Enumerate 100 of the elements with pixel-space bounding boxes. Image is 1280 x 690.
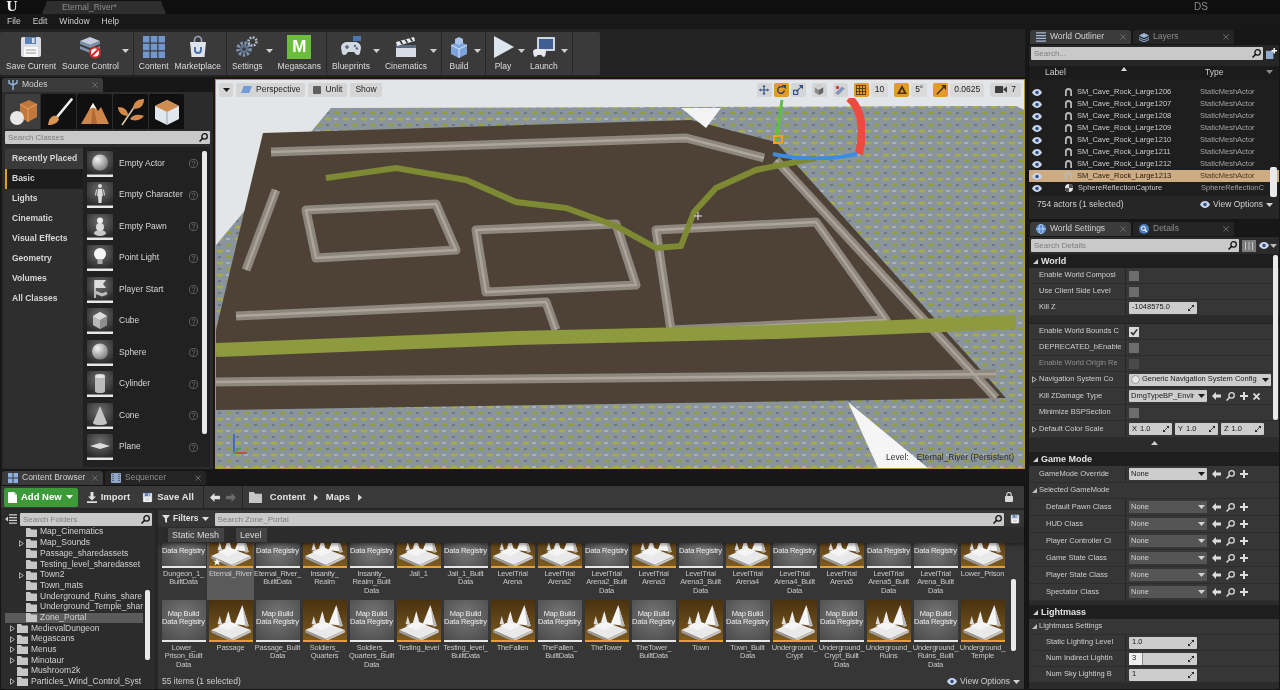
- mode-tab[interactable]: [5, 94, 40, 129]
- category-tab[interactable]: Lights: [5, 189, 83, 209]
- toolbar-button[interactable]: Launch: [526, 32, 561, 75]
- eye-icon[interactable]: [1032, 172, 1042, 180]
- checkbox[interactable]: [1129, 270, 1139, 281]
- filter-chip[interactable]: Static Mesh: [162, 528, 225, 542]
- toolbar-button[interactable]: Blueprints: [329, 32, 373, 75]
- toolbar-button[interactable]: Save Current: [3, 32, 60, 75]
- panel-tab[interactable]: Sequencer: [105, 471, 206, 485]
- import-button[interactable]: Import: [83, 487, 134, 507]
- placeable-item[interactable]: Cube: [87, 305, 210, 337]
- search-field[interactable]: Search Details: [1031, 239, 1239, 252]
- caret-icon[interactable]: [1270, 243, 1277, 248]
- category-tab[interactable]: Recently Placed: [5, 149, 83, 169]
- category-tab[interactable]: Cinematic: [5, 209, 83, 229]
- caret-icon[interactable]: [429, 48, 437, 53]
- toolbar-button[interactable]: M Megascans: [274, 32, 325, 75]
- help-icon[interactable]: [189, 379, 198, 389]
- caret-right-icon[interactable]: [10, 646, 15, 654]
- add-new-button[interactable]: Add New: [4, 487, 78, 507]
- scrollbar-thumb[interactable]: [202, 151, 207, 434]
- menu-item[interactable]: Help: [95, 14, 126, 29]
- help-icon[interactable]: [189, 348, 198, 358]
- folder-item[interactable]: Passage_sharedassets: [5, 548, 143, 560]
- search-field[interactable]: Search Classes: [5, 131, 210, 144]
- toolbar-button[interactable]: Content: [135, 32, 172, 75]
- help-icon[interactable]: [189, 253, 198, 263]
- mode-tab[interactable]: [113, 94, 148, 129]
- search-field[interactable]: Search Folders: [20, 512, 152, 526]
- caret-down-icon[interactable]: [1031, 488, 1037, 493]
- columns-icon[interactable]: [1242, 239, 1256, 252]
- eye-icon[interactable]: [1032, 160, 1042, 168]
- folder-item[interactable]: Map_Cinematics: [5, 527, 143, 538]
- panel-tab[interactable]: Details: [1133, 222, 1234, 236]
- caret-right-icon[interactable]: [1031, 376, 1037, 383]
- help-icon[interactable]: [189, 190, 198, 200]
- scrollbar-thumb[interactable]: [1011, 579, 1016, 651]
- caret-icon[interactable]: [265, 48, 273, 53]
- path-segment[interactable]: Content: [267, 491, 308, 503]
- panel-tab[interactable]: Modes: [2, 78, 103, 92]
- caret-icon[interactable]: [560, 48, 568, 53]
- placeable-item[interactable]: Sphere: [87, 337, 210, 369]
- folder-item[interactable]: Particles_Wind_Control_Syst: [5, 676, 143, 688]
- checkbox[interactable]: [1129, 407, 1139, 418]
- document-tab[interactable]: Eternal_River*: [42, 1, 166, 14]
- checkbox[interactable]: [1129, 326, 1139, 337]
- scrollbar-thumb[interactable]: [145, 590, 150, 660]
- folder-item[interactable]: Megascans: [5, 633, 143, 645]
- search-field[interactable]: Search Zone_Portal: [214, 512, 1004, 526]
- placeable-item[interactable]: Empty Actor: [87, 148, 210, 180]
- placeable-item[interactable]: Player Start: [87, 274, 210, 306]
- category-tab[interactable]: All Classes: [5, 289, 83, 309]
- eye-icon[interactable]: [1032, 184, 1042, 192]
- mode-tab[interactable]: [149, 94, 184, 129]
- caret-right-icon[interactable]: [10, 657, 15, 665]
- toolbar-button[interactable]: Build: [443, 32, 474, 75]
- menu-item[interactable]: Window: [53, 14, 96, 29]
- add-page-icon[interactable]: [1266, 48, 1277, 59]
- toolbar-button[interactable]: Play: [487, 32, 518, 75]
- folder-item[interactable]: Mushroom2k: [5, 665, 143, 677]
- placeable-item[interactable]: Cylinder: [87, 368, 210, 400]
- placeable-item[interactable]: Point Light: [87, 242, 210, 274]
- checkbox[interactable]: [1129, 342, 1139, 353]
- placeable-item[interactable]: Empty Pawn: [87, 211, 210, 243]
- folder-item[interactable]: Zone_Portal: [5, 612, 143, 624]
- toolbar-button[interactable]: Marketplace: [171, 32, 224, 75]
- caret-icon[interactable]: [372, 48, 380, 53]
- menu-item[interactable]: Edit: [26, 14, 54, 29]
- help-icon[interactable]: [189, 285, 198, 295]
- search-icon[interactable]: [1226, 469, 1235, 479]
- placeable-item[interactable]: Empty Character: [87, 179, 210, 211]
- toolbar-button[interactable]: Cinematics: [381, 32, 430, 75]
- folder-item[interactable]: Testing_level_sharedasset: [5, 559, 143, 570]
- section-header[interactable]: World: [1029, 254, 1279, 268]
- panel-tab[interactable]: Layers: [1133, 30, 1234, 44]
- panel-tab[interactable]: World Settings: [1030, 222, 1131, 236]
- filter-chip[interactable]: Level: [230, 528, 267, 542]
- category-tab[interactable]: Geometry: [5, 249, 83, 269]
- eye-icon[interactable]: [1032, 100, 1042, 108]
- scrollbar-thumb[interactable]: [1273, 255, 1278, 420]
- path-segment[interactable]: Maps: [323, 491, 352, 503]
- toolbar-button[interactable]: Settings: [228, 32, 266, 75]
- help-icon[interactable]: [189, 442, 198, 452]
- save-all-button[interactable]: Save All: [139, 487, 197, 507]
- arrow-left-icon[interactable]: [1212, 392, 1221, 400]
- category-tab[interactable]: Volumes: [5, 269, 83, 289]
- close-icon[interactable]: [1223, 34, 1229, 40]
- eye-icon[interactable]: [1259, 242, 1269, 249]
- close-icon[interactable]: [195, 475, 201, 481]
- view-options-button[interactable]: View Options: [1200, 200, 1273, 210]
- section-header[interactable]: Game Mode: [1029, 452, 1279, 466]
- eye-icon[interactable]: [1032, 148, 1042, 156]
- arrow-left-icon[interactable]: [209, 492, 220, 502]
- caret-right-icon[interactable]: [10, 625, 15, 633]
- folder-item[interactable]: Town_mats: [5, 580, 143, 592]
- caret-right-icon[interactable]: [19, 539, 24, 547]
- caret-right-icon[interactable]: [358, 493, 362, 501]
- caret-right-icon[interactable]: [313, 493, 318, 501]
- folder-item[interactable]: Town2: [5, 569, 143, 581]
- menu-item[interactable]: File: [1, 14, 27, 29]
